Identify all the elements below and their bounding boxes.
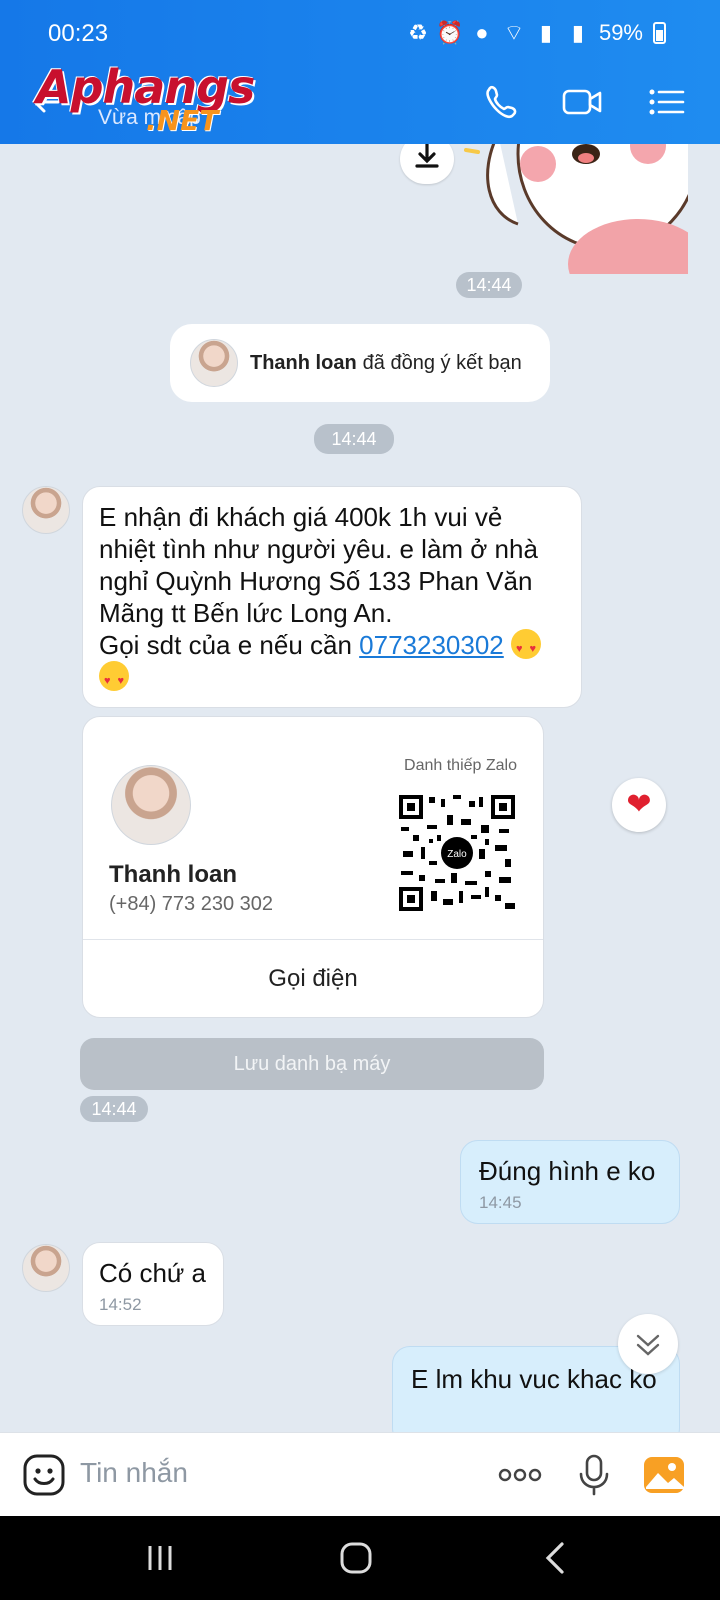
message-list[interactable]: 14:44 Thanh loan đã đồng ý kết bạn 14:44… [0, 144, 720, 1432]
qr-code: Zalo [399, 795, 515, 911]
friend-name: Thanh loan [250, 351, 357, 374]
message-text: Gọi sdt của e nếu cần [99, 630, 360, 660]
more-icon[interactable] [496, 1453, 544, 1497]
sender-avatar[interactable] [22, 1244, 70, 1292]
status-icons: ♻ ⏰ ● ⌔ ▮ ▮ 59% [407, 20, 666, 46]
heart-eyes-emoji-icon [511, 629, 542, 665]
contact-name: Thanh loan [109, 861, 237, 888]
recents-icon[interactable] [140, 1538, 180, 1578]
bear-sticker [464, 144, 688, 274]
message-line: E nhận đi khách giá 400k 1h vui vẻ [99, 502, 503, 532]
timestamp: 14:44 [314, 424, 394, 454]
save-contact-button[interactable]: Lưu danh bạ máy [80, 1038, 544, 1090]
incoming-message[interactable]: Có chứ a 14:52 [82, 1242, 224, 1326]
phone-icon[interactable] [480, 82, 524, 122]
status-clock: 00:23 [48, 20, 109, 47]
home-icon[interactable] [336, 1538, 376, 1578]
message-time: 14:45 [479, 1193, 522, 1212]
status-bar: 00:23 ♻ ⏰ ● ⌔ ▮ ▮ 59% [0, 0, 720, 62]
message-line: Gọi sdt của e nếu cần 0773230302 [99, 629, 565, 665]
watermark-logo-net: .NET [146, 104, 219, 137]
call-button[interactable]: Gọi điện [83, 939, 543, 1017]
signal-icon: ▮ [539, 20, 552, 45]
location-icon: ● [475, 20, 489, 45]
message-input-bar: Tin nhắn [0, 1432, 720, 1516]
timestamp: 14:44 [80, 1096, 148, 1122]
zalo-badge: Zalo [447, 849, 467, 860]
chevron-down-icon[interactable] [618, 1314, 678, 1374]
sender-avatar[interactable] [22, 486, 70, 534]
chat-header: 00:23 ♻ ⏰ ● ⌔ ▮ ▮ 59% Vừa m cập Aphangs … [0, 0, 720, 144]
contact-avatar [111, 765, 191, 845]
nav-back-icon[interactable] [536, 1538, 576, 1578]
phone-link[interactable]: 0773230302 [359, 630, 504, 660]
message-line: nghỉ Quỳnh Hương Số 133 Phan Văn [99, 566, 533, 596]
incoming-message[interactable]: E nhận đi khách giá 400k 1h vui vẻ nhiệt… [82, 486, 582, 708]
message-line: nhiệt tình như người yêu. e làm ở nhà [99, 534, 538, 564]
avatar[interactable] [190, 339, 238, 387]
message-input[interactable]: Tin nhắn [80, 1457, 188, 1489]
message-time: 14:52 [99, 1295, 142, 1314]
mic-icon[interactable] [572, 1453, 616, 1497]
message-line: Mãng tt Bến lức Long An. [99, 598, 393, 628]
recycle-icon: ♻ [408, 20, 428, 45]
wifi-icon: ⌔ [503, 20, 525, 45]
contact-card[interactable]: Danh thiếp Zalo Thanh loan (+84) 773 230… [82, 716, 544, 1018]
battery-icon [653, 22, 666, 44]
timestamp: 14:44 [456, 272, 522, 298]
friend-accepted-message: Thanh loan đã đồng ý kết bạn [170, 324, 550, 402]
heart-icon[interactable]: ❤ [612, 778, 666, 832]
message-line [99, 661, 565, 697]
card-label: Danh thiếp Zalo [404, 757, 517, 774]
message-text: E lm khu vuc khac ko [411, 1364, 657, 1394]
menu-icon[interactable] [644, 82, 688, 122]
system-nav-bar [0, 1516, 720, 1600]
video-icon[interactable] [560, 82, 604, 122]
sticker-icon[interactable] [22, 1453, 66, 1497]
message-text: Có chứ a [99, 1258, 207, 1288]
outgoing-message[interactable]: Đúng hình e ko 14:45 [460, 1140, 680, 1224]
signal-icon: ▮ [571, 20, 584, 45]
battery-percent: 59% [598, 20, 643, 45]
friend-accepted-text: đã đồng ý kết bạn [362, 351, 522, 374]
download-icon[interactable] [400, 144, 454, 184]
contact-phone: (+84) 773 230 302 [109, 893, 274, 915]
image-icon[interactable] [642, 1453, 686, 1497]
alarm-icon: ⏰ [436, 20, 464, 45]
message-text: Đúng hình e ko [479, 1156, 656, 1186]
heart-eyes-emoji-icon [99, 661, 129, 697]
